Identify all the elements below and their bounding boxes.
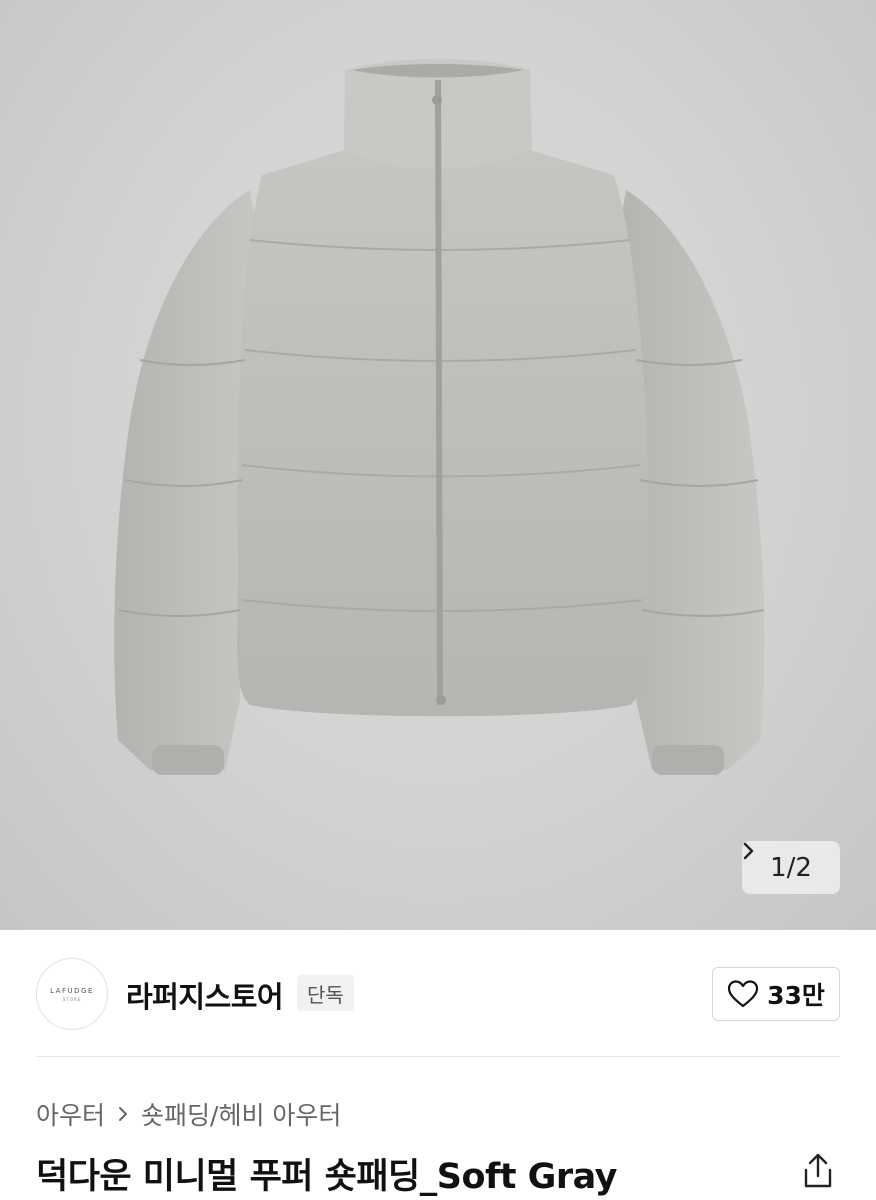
breadcrumb: 아우터 숏패딩/헤비 아우터 bbox=[36, 1096, 341, 1132]
store-row: LAFUDGE STORE 라퍼지스토어 단독 33만 bbox=[36, 956, 840, 1030]
store-logo[interactable]: LAFUDGE STORE bbox=[36, 958, 108, 1030]
store-name[interactable]: 라퍼지스토어 bbox=[126, 974, 284, 1016]
product-image[interactable]: 1/2 bbox=[0, 0, 876, 930]
puffer-jacket-illustration bbox=[114, 58, 765, 775]
breadcrumb-item-short-padding[interactable]: 숏패딩/헤비 아우터 bbox=[141, 1096, 341, 1132]
exclusive-badge: 단독 bbox=[297, 975, 354, 1011]
product-title: 덕다운 미니멀 푸퍼 숏패딩_Soft Gray bbox=[36, 1157, 618, 1197]
store-logo-text: LAFUDGE bbox=[50, 986, 94, 995]
chevron-right-icon bbox=[743, 842, 754, 860]
like-button[interactable]: 33만 bbox=[712, 967, 840, 1021]
divider bbox=[36, 1056, 840, 1057]
store-logo-subtext: STORE bbox=[62, 996, 82, 1002]
chevron-right-icon bbox=[119, 1107, 128, 1121]
share-icon[interactable] bbox=[800, 1152, 836, 1190]
breadcrumb-item-outer[interactable]: 아우터 bbox=[36, 1096, 105, 1132]
heart-icon bbox=[727, 980, 759, 1008]
pager-count: 1/2 bbox=[770, 852, 812, 883]
image-pager[interactable]: 1/2 bbox=[742, 841, 840, 894]
like-count: 33만 bbox=[767, 981, 825, 1010]
